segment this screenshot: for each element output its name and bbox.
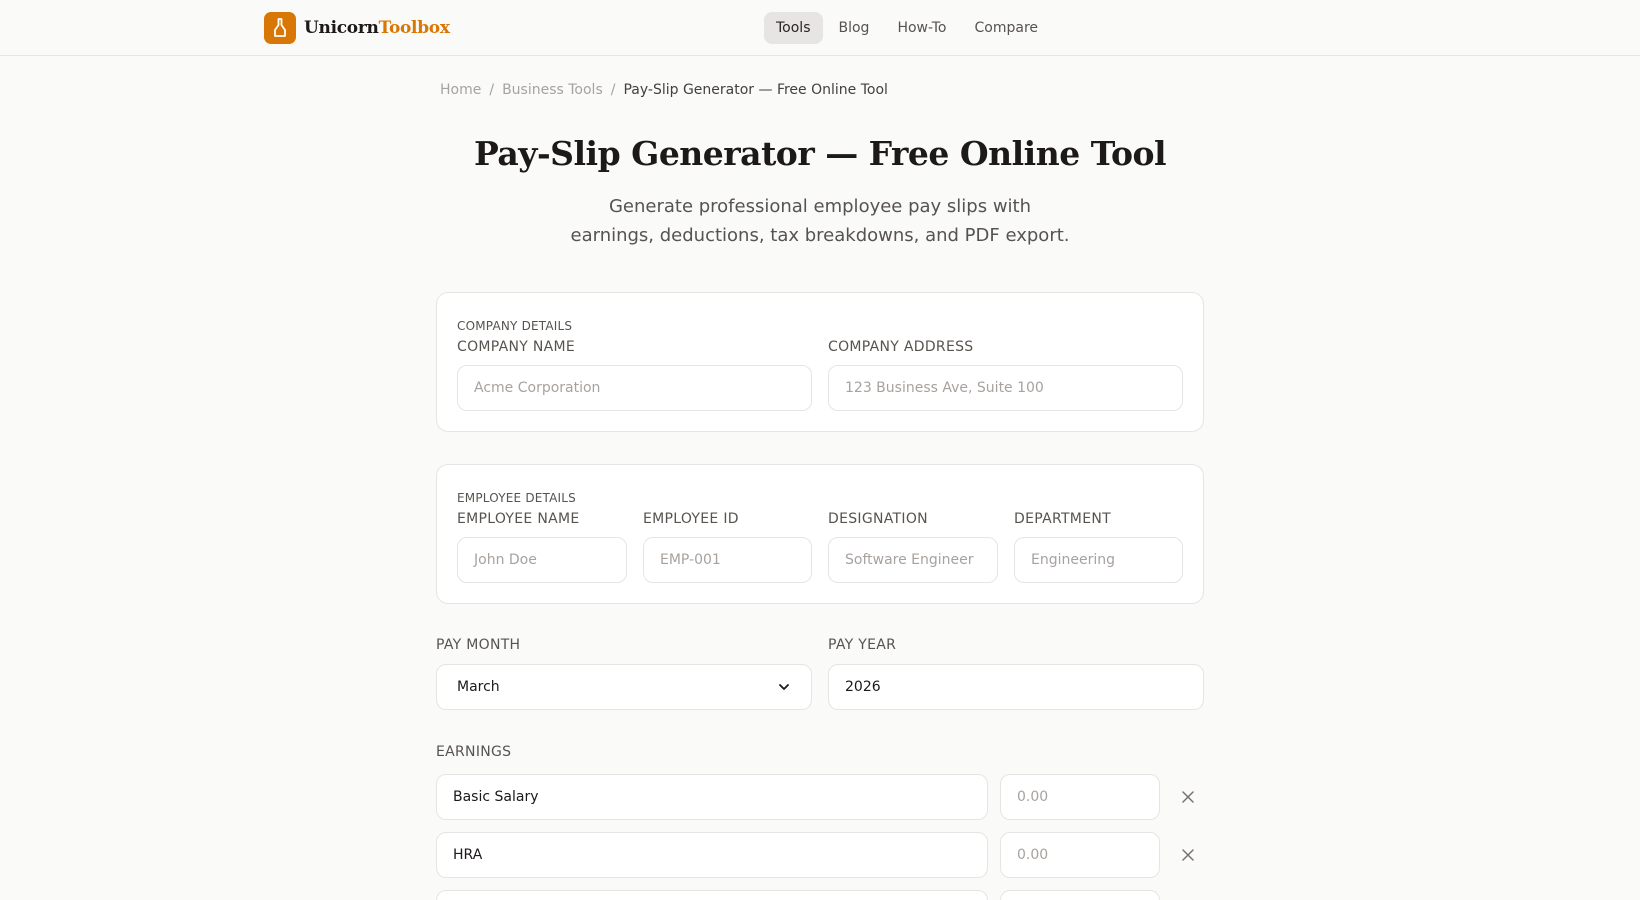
designation-input[interactable]: Software Engineer <box>828 537 998 583</box>
breadcrumb: Home / Business Tools / Pay-Slip Generat… <box>440 82 888 98</box>
company-section-label: COMPANY DETAILS <box>457 319 573 333</box>
pay-year-label: PAY YEAR <box>828 637 897 653</box>
pay-month-select[interactable]: March <box>436 664 812 710</box>
close-icon <box>1182 849 1194 861</box>
employee-details-card: EMPLOYEE DETAILS EMPLOYEE NAME EMPLOYEE … <box>436 464 1204 604</box>
company-details-card: COMPANY DETAILS COMPANY NAME COMPANY ADD… <box>436 292 1204 432</box>
breadcrumb-separator: / <box>610 82 616 98</box>
close-icon <box>1182 791 1194 803</box>
breadcrumb-business-tools[interactable]: Business Tools <box>502 82 603 98</box>
company-name-input[interactable]: Acme Corporation <box>457 365 812 411</box>
page-title: Pay-Slip Generator — Free Online Tool <box>473 134 1167 173</box>
main-nav: Tools Blog How-To Compare <box>764 12 1054 44</box>
pay-month-label: PAY MONTH <box>436 637 521 653</box>
department-label: DEPARTMENT <box>1014 511 1111 527</box>
employee-section-label: EMPLOYEE DETAILS <box>457 491 576 505</box>
company-address-input[interactable]: 123 Business Ave, Suite 100 <box>828 365 1183 411</box>
pay-year-input[interactable]: 2026 <box>828 664 1204 710</box>
site-name-part1: Unicorn <box>304 18 379 38</box>
site-name-part2: Toolbox <box>378 18 450 38</box>
site-name: UnicornToolbox <box>304 18 450 38</box>
bottle-logo-icon <box>264 12 296 44</box>
company-name-label: COMPANY NAME <box>457 339 576 355</box>
earning-name-input-partial[interactable] <box>436 890 988 900</box>
breadcrumb-current: Pay-Slip Generator — Free Online Tool <box>623 82 888 98</box>
company-address-label: COMPANY ADDRESS <box>828 339 974 355</box>
page-subtitle: Generate professional employee pay slips… <box>570 196 1070 246</box>
pay-month-value: March <box>457 679 500 695</box>
earning-amount-input[interactable]: 0.00 <box>1000 774 1160 820</box>
employee-id-input[interactable]: EMP-001 <box>643 537 812 583</box>
top-navigation-bar: UnicornToolbox Tools Blog How-To Compare <box>0 0 1640 56</box>
employee-id-label: EMPLOYEE ID <box>643 511 739 527</box>
breadcrumb-home[interactable]: Home <box>440 82 481 98</box>
nav-how-to[interactable]: How-To <box>885 12 958 44</box>
nav-compare[interactable]: Compare <box>963 12 1051 44</box>
nav-blog[interactable]: Blog <box>827 12 882 44</box>
earning-name-input[interactable]: HRA <box>436 832 988 878</box>
breadcrumb-separator: / <box>489 82 495 98</box>
earning-amount-input[interactable]: 0.00 <box>1000 832 1160 878</box>
designation-label: DESIGNATION <box>828 511 928 527</box>
earnings-section-label: EARNINGS <box>436 744 512 760</box>
nav-tools[interactable]: Tools <box>764 12 823 44</box>
department-input[interactable]: Engineering <box>1014 537 1183 583</box>
employee-name-input[interactable]: John Doe <box>457 537 627 583</box>
earning-name-input[interactable]: Basic Salary <box>436 774 988 820</box>
site-logo[interactable]: UnicornToolbox <box>264 12 450 44</box>
chevron-down-icon <box>779 684 789 690</box>
remove-earning-button[interactable] <box>1176 843 1200 867</box>
remove-earning-button[interactable] <box>1176 785 1200 809</box>
employee-name-label: EMPLOYEE NAME <box>457 511 580 527</box>
earning-amount-input-partial[interactable] <box>1000 890 1160 900</box>
